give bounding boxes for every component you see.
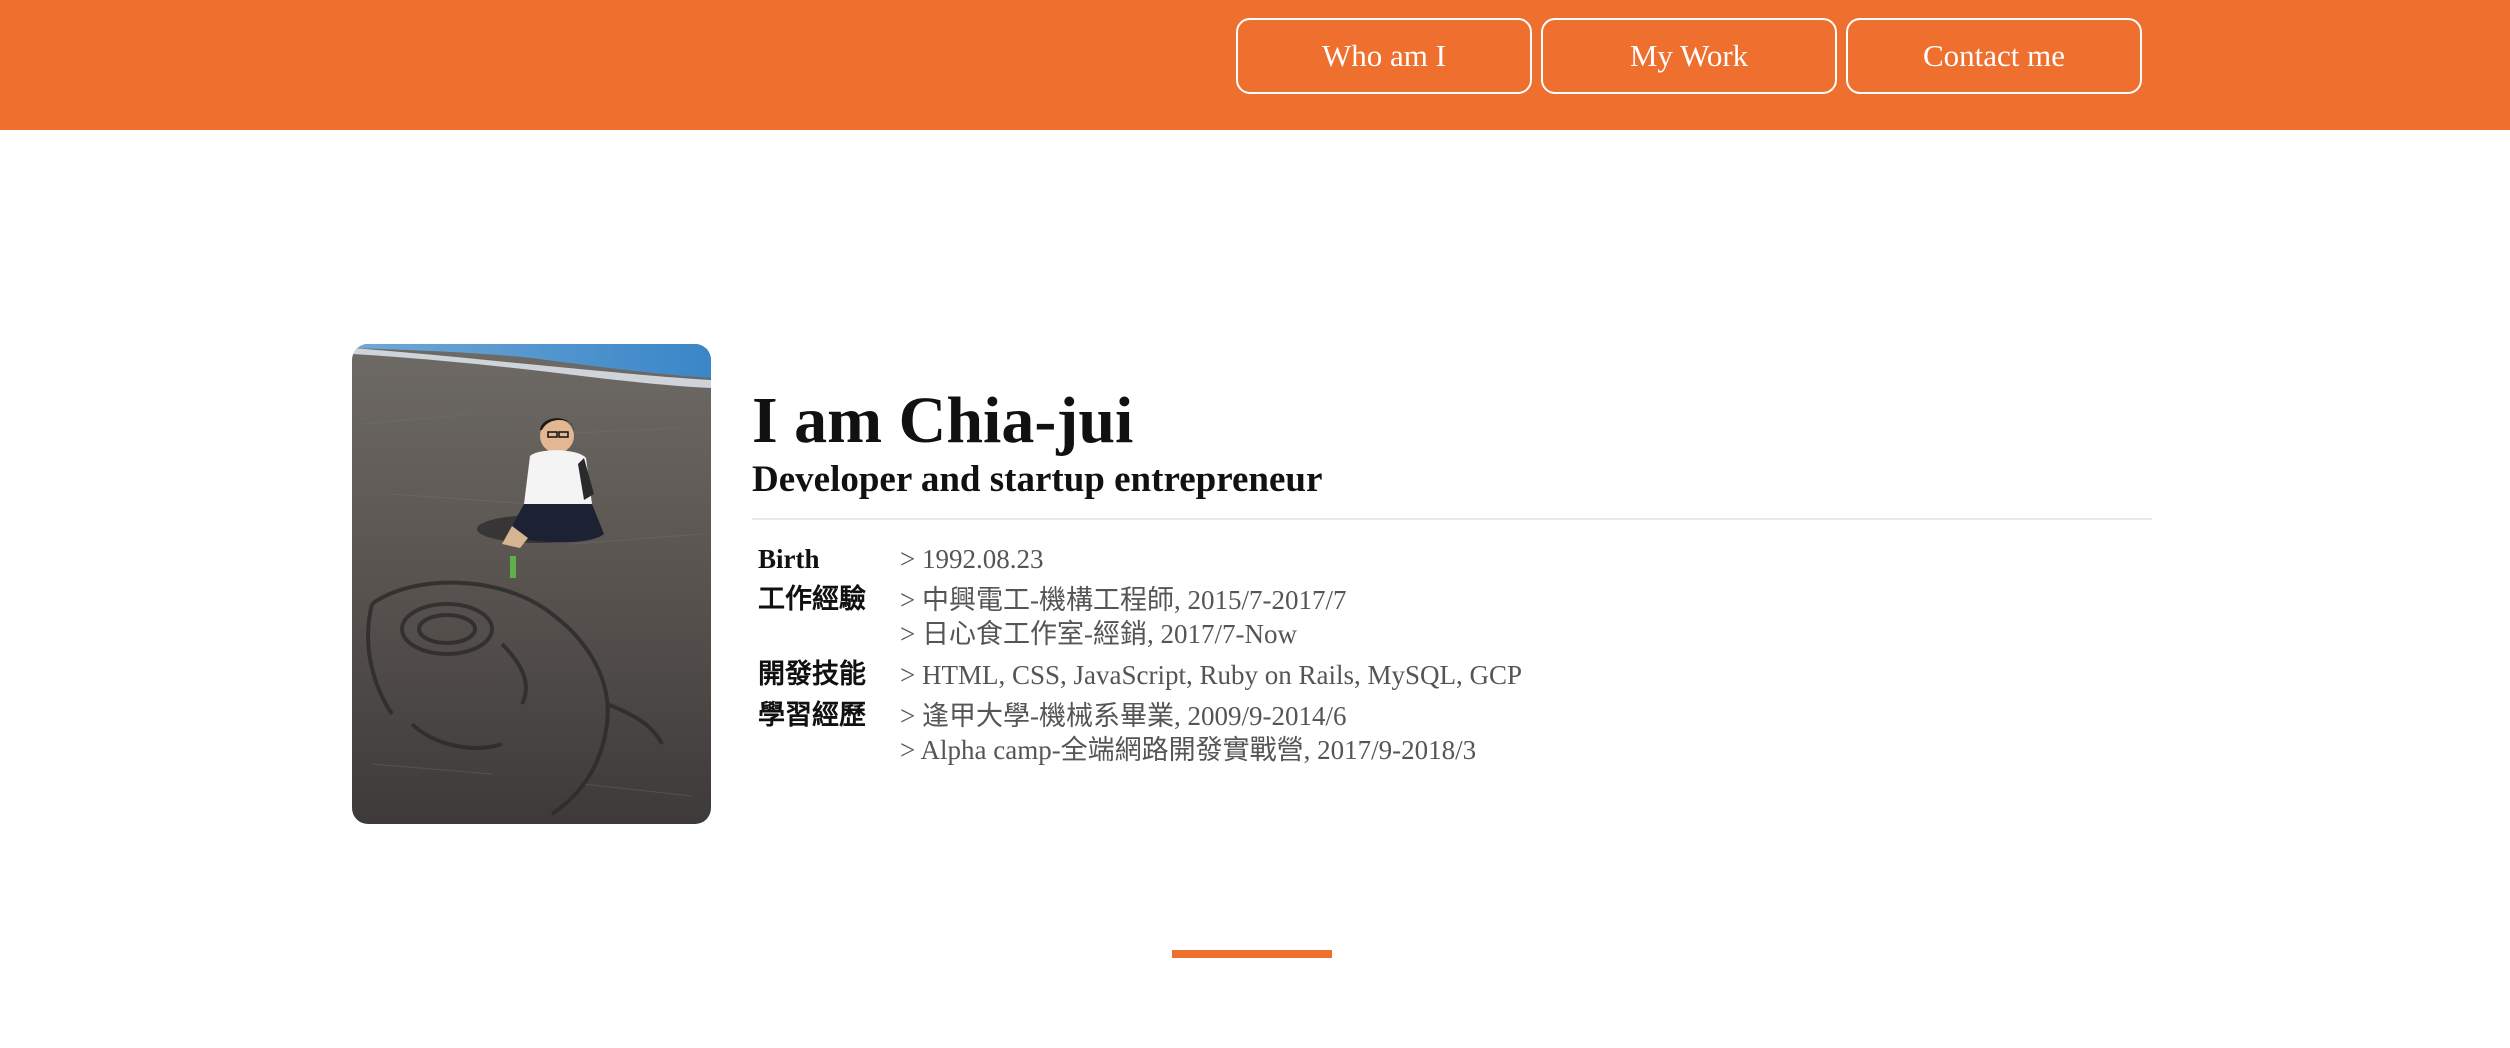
detail-value: > Alpha camp-全端網路開發實戰營, 2017/9-2018/3 [900, 735, 1477, 765]
nav-menu: Who am I My Work Contact me [1236, 18, 2142, 94]
detail-label: Birth [758, 544, 820, 574]
detail-label: 學習經歷 [758, 700, 866, 731]
detail-value: > 1992.08.23 [900, 544, 1044, 574]
detail-value: > HTML, CSS, JavaScript, Ruby on Rails, … [900, 660, 1523, 690]
profile-info: I am Chia-jui Developer and startup entr… [752, 384, 2152, 774]
detail-row-work-experience: 工作經驗 > 中興電工-機構工程師, 2015/7-2017/7 > 日心食工作… [758, 583, 2152, 651]
profile-photo [352, 344, 711, 824]
page: Who am I My Work Contact me I am Chia-ju… [0, 0, 2510, 1048]
detail-value: > 逢甲大學-機械系畢業, 2009/9-2014/6 [900, 701, 1347, 731]
detail-label: 開發技能 [758, 659, 866, 690]
top-navbar: Who am I My Work Contact me [0, 0, 2510, 130]
nav-contact-me-button[interactable]: Contact me [1846, 18, 2142, 94]
nav-my-work-button[interactable]: My Work [1541, 18, 1837, 94]
detail-label: 工作經驗 [758, 584, 866, 615]
detail-row-birth: Birth > 1992.08.23 [758, 542, 2152, 576]
profile-section: I am Chia-jui Developer and startup entr… [352, 344, 2152, 824]
section-accent-divider [1172, 950, 1332, 958]
profile-details: Birth > 1992.08.23 工作經驗 > 中興電工-機構工程師, 20… [758, 542, 2152, 767]
detail-value: > 日心食工作室-經銷, 2017/7-Now [900, 619, 1297, 649]
detail-values: > HTML, CSS, JavaScript, Ruby on Rails, … [900, 658, 1522, 692]
detail-values: > 逢甲大學-機械系畢業, 2009/9-2014/6 > Alpha camp… [900, 699, 1476, 767]
profile-tagline: Developer and startup entrepreneur [752, 459, 1323, 500]
divider [752, 518, 2152, 520]
profile-name-heading: I am Chia-jui [752, 384, 1134, 457]
detail-values: > 中興電工-機構工程師, 2015/7-2017/7 > 日心食工作室-經銷,… [900, 583, 1346, 651]
nav-who-am-i-button[interactable]: Who am I [1236, 18, 1532, 94]
detail-value: > 中興電工-機構工程師, 2015/7-2017/7 [900, 585, 1347, 615]
detail-row-skills: 開發技能 > HTML, CSS, JavaScript, Ruby on Ra… [758, 658, 2152, 692]
detail-values: > 1992.08.23 [900, 542, 1043, 576]
detail-row-education: 學習經歷 > 逢甲大學-機械系畢業, 2009/9-2014/6 > Alpha… [758, 699, 2152, 767]
